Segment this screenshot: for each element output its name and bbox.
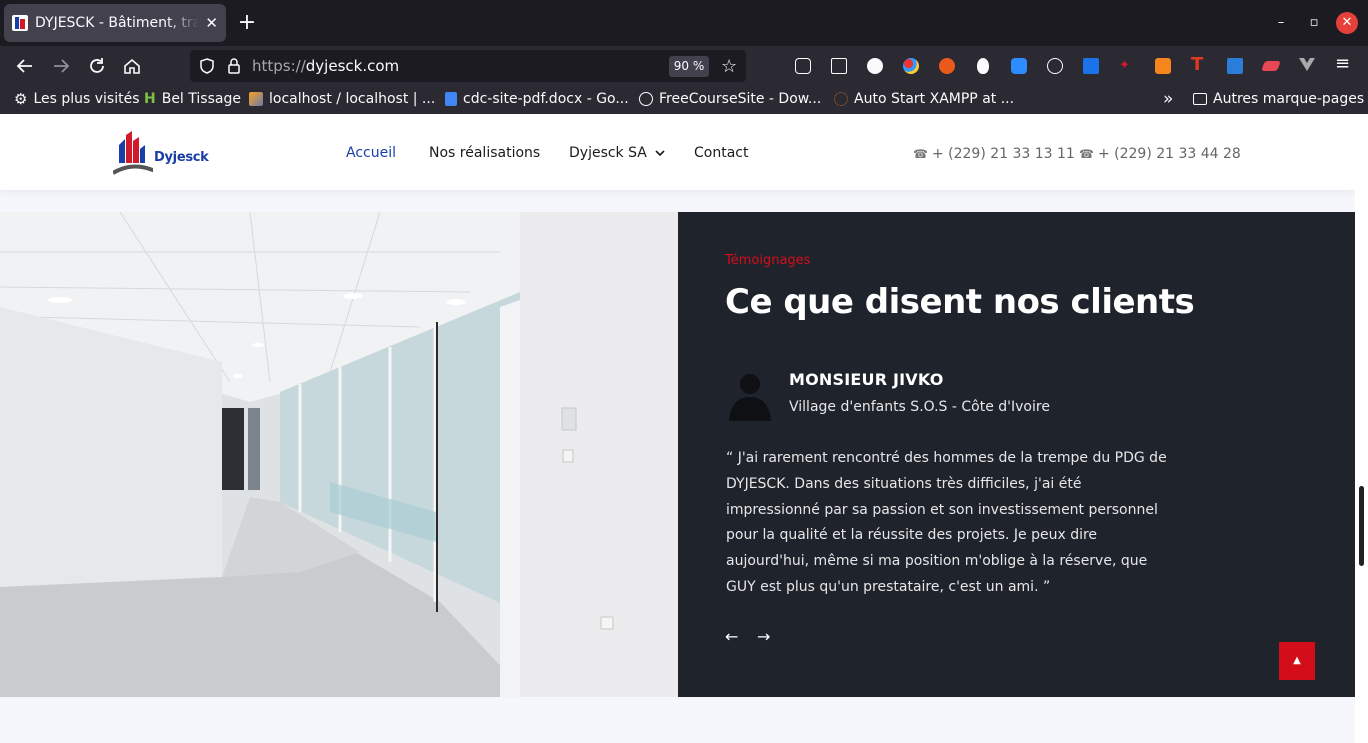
- nav-accueil[interactable]: Accueil: [346, 145, 396, 161]
- testimonial-quote: “ J'ai rarement rencontré des hommes de …: [726, 450, 1167, 595]
- client-avatar: [725, 367, 775, 421]
- home-icon[interactable]: [119, 53, 145, 79]
- nav-dyjesck-sa-label: Dyjesck SA: [569, 145, 647, 161]
- bookmark-label: cdc-site-pdf.docx - Go...: [463, 91, 629, 107]
- bookmark-label: Les plus visités: [33, 91, 140, 107]
- url-host: dyjesck.com: [305, 57, 400, 75]
- react-devtools-icon[interactable]: [1047, 58, 1063, 74]
- bookmark-most-visited[interactable]: ⚙ Les plus visités: [14, 91, 140, 107]
- client-organization: Village d'enfants S.O.S - Côte d'Ivoire: [789, 399, 1050, 415]
- bookmark-cdc-site[interactable]: cdc-site-pdf.docx - Go...: [445, 91, 629, 107]
- new-tab-button[interactable]: +: [234, 10, 260, 35]
- next-arrow-icon[interactable]: →: [757, 627, 770, 646]
- client-name: MONSIEUR JIVKO: [789, 370, 944, 389]
- phone-1[interactable]: ☎ + (229) 21 33 13 11: [913, 146, 1075, 162]
- t-red-extension-icon[interactable]: T: [1191, 54, 1207, 75]
- chevron-down-icon: [655, 150, 665, 157]
- loading-icon: [834, 92, 848, 106]
- bookmark-freecoursesite[interactable]: FreeCourseSite - Dow...: [639, 91, 821, 107]
- url-bar[interactable]: https://dyjesck.com 90 % ☆: [190, 50, 746, 82]
- bookmarks-toolbar: ⚙ Les plus visités H Bel Tissage localho…: [0, 86, 1368, 114]
- color-picker-icon[interactable]: [903, 58, 919, 74]
- back-arrow-icon[interactable]: [12, 53, 38, 79]
- phone-icon: ☎: [913, 147, 928, 161]
- h-favicon-icon: H: [144, 91, 156, 107]
- bookmark-label: Auto Start XAMPP at ...: [854, 91, 1015, 107]
- close-tab-icon[interactable]: ✕: [205, 14, 218, 32]
- section-heading: Ce que disent nos clients: [725, 282, 1195, 322]
- duckduckgo-icon[interactable]: [939, 58, 955, 74]
- folder-icon: [1193, 93, 1207, 105]
- phone-2[interactable]: ☎ + (229) 21 33 44 28: [1079, 146, 1241, 162]
- phone-number: + (229) 21 33 44 28: [1097, 146, 1241, 162]
- bookmark-label: localhost / localhost | ...: [269, 91, 436, 107]
- sparkle-extension-icon[interactable]: ✦: [1119, 58, 1135, 74]
- tab-strip: DYJESCK - Bâtiment, travaux ✕ + – ▫ ✕: [0, 0, 1368, 46]
- tab-active[interactable]: DYJESCK - Bâtiment, travaux ✕: [4, 4, 226, 42]
- menu-hamburger-icon[interactable]: ≡: [1335, 55, 1351, 73]
- reader-sidebar-icon[interactable]: [831, 58, 847, 74]
- t-extension-icon[interactable]: [867, 58, 883, 74]
- url-scheme: https://: [252, 57, 306, 75]
- bookmarks-overflow-button[interactable]: »: [1163, 89, 1173, 109]
- bookmark-star-icon[interactable]: ☆: [721, 56, 737, 77]
- testimonial-section: Témoignages Ce que disent nos clients MO…: [678, 212, 1355, 697]
- lock-icon[interactable]: [226, 57, 242, 79]
- site-header: Dyjesck Accueil Nos réalisations Dyjesck…: [0, 114, 1355, 190]
- metamask-icon[interactable]: [1155, 58, 1171, 74]
- bookmark-bel-tissage[interactable]: H Bel Tissage: [144, 91, 241, 107]
- pocket-icon[interactable]: [795, 58, 811, 74]
- bookmark-label: Bel Tissage: [161, 91, 241, 107]
- tab-title: DYJESCK - Bâtiment, travaux: [35, 15, 200, 31]
- back-to-top-button[interactable]: ▲: [1279, 642, 1315, 680]
- maximize-button[interactable]: ▫: [1303, 12, 1325, 34]
- close-window-button[interactable]: ✕: [1336, 12, 1358, 34]
- mouse-icon[interactable]: [977, 58, 989, 74]
- translate-icon[interactable]: [1083, 58, 1099, 74]
- nav-dyjesck-sa[interactable]: Dyjesck SA: [569, 145, 665, 161]
- bookmark-label: FreeCourseSite - Dow...: [659, 91, 822, 107]
- fi-extension-icon[interactable]: [1227, 58, 1243, 74]
- navigation-toolbar: https://dyjesck.com 90 % ☆ ✦ T ≡: [0, 46, 1368, 86]
- scrollbar-thumb[interactable]: [1359, 486, 1364, 566]
- web-page: Dyjesck Accueil Nos réalisations Dyjesck…: [0, 114, 1355, 743]
- site-logo[interactable]: Dyjesck: [111, 131, 209, 177]
- nav-nos-realisations[interactable]: Nos réalisations: [429, 145, 540, 161]
- vue-devtools-icon[interactable]: [1298, 55, 1315, 71]
- reload-icon[interactable]: [84, 53, 110, 79]
- globe-icon: [639, 92, 653, 106]
- bookmark-xampp[interactable]: Auto Start XAMPP at ...: [834, 91, 1014, 107]
- dyjesck-favicon-icon: [12, 15, 28, 31]
- logo-text: Dyjesck: [154, 150, 209, 165]
- phone-icon: ☎: [1079, 147, 1094, 161]
- shield-icon[interactable]: [198, 57, 216, 79]
- prev-arrow-icon[interactable]: ←: [725, 627, 738, 646]
- gear-icon: ⚙: [14, 90, 28, 108]
- bookmark-label: Autres marque-pages: [1213, 91, 1365, 107]
- nav-contact[interactable]: Contact: [694, 145, 748, 161]
- bookmark-other-folder[interactable]: Autres marque-pages: [1193, 91, 1364, 107]
- url-text[interactable]: https://dyjesck.com: [252, 57, 399, 75]
- forward-arrow-icon[interactable]: [48, 53, 74, 79]
- google-docs-icon: [445, 92, 457, 106]
- zoom-meeting-icon[interactable]: [1011, 58, 1027, 74]
- zoom-level[interactable]: 90 %: [669, 56, 709, 77]
- minimize-button[interactable]: –: [1270, 12, 1292, 34]
- building-logo-icon: [111, 131, 156, 175]
- eraser-icon[interactable]: [1261, 61, 1281, 71]
- office-corridor-photo: [0, 212, 678, 697]
- bookmark-localhost[interactable]: localhost / localhost | ...: [249, 91, 435, 107]
- section-kicker: Témoignages: [725, 253, 811, 268]
- phpmyadmin-icon: [249, 92, 263, 106]
- phone-number: + (229) 21 33 13 11: [931, 146, 1075, 162]
- page-scrollbar[interactable]: [1355, 114, 1368, 743]
